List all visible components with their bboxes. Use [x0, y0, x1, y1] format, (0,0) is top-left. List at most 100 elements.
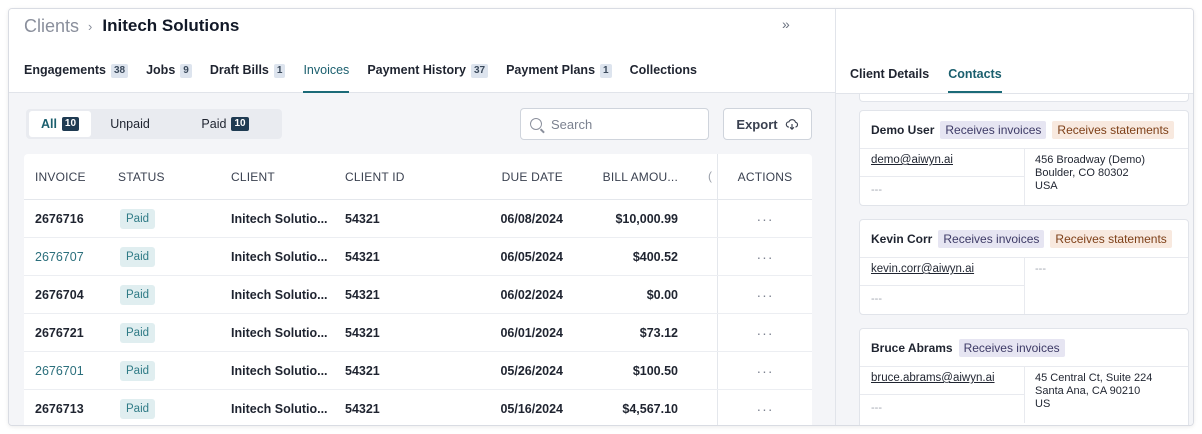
client-id: 54321: [345, 249, 380, 264]
cloud-download-icon: [785, 119, 798, 131]
address-line: Boulder, CO 80302: [1035, 167, 1129, 179]
tab-engagements[interactable]: Engagements 38: [24, 63, 129, 93]
col-client-id[interactable]: CLIENT ID: [345, 170, 443, 184]
contact-card-partial: [859, 94, 1189, 102]
export-label: Export: [736, 116, 778, 132]
tab-label: Payment History: [367, 63, 466, 77]
collapse-panel-icon[interactable]: »: [782, 16, 790, 32]
col-due-date[interactable]: DUE DATE: [443, 170, 563, 184]
receives-statements-tag: Receives statements: [1050, 229, 1172, 248]
more-actions-icon[interactable]: ···: [757, 325, 774, 341]
tab-bar: Engagements 38 Jobs 9 Draft Bills 1 Invo…: [24, 63, 715, 93]
filter-unpaid[interactable]: Unpaid: [91, 111, 169, 137]
invoice-number[interactable]: 2676707: [24, 250, 118, 264]
col-status[interactable]: STATUS: [118, 170, 231, 184]
client-id: 54321: [345, 287, 380, 302]
contact-name: Bruce Abrams: [871, 340, 953, 355]
tab-invoices[interactable]: Invoices: [303, 63, 350, 93]
breadcrumb-clients-link[interactable]: Clients: [24, 16, 79, 37]
more-actions-icon[interactable]: ···: [757, 249, 774, 265]
col-client[interactable]: CLIENT: [231, 170, 345, 184]
count-badge: 9: [180, 64, 192, 78]
invoice-number[interactable]: 2676704: [24, 288, 118, 302]
cell-spacer: [678, 238, 718, 275]
bill-amount: $73.12: [639, 325, 678, 340]
contact-card: Bruce Abrams Receives invoices bruce.abr…: [859, 328, 1189, 425]
client-id: 54321: [345, 211, 380, 226]
status-badge: Paid: [120, 360, 156, 381]
address-line: US: [1035, 398, 1051, 410]
bill-amount: $10,000.99: [615, 211, 678, 226]
table-row[interactable]: 2676721 Paid Initech Solutio... 54321 06…: [24, 314, 812, 352]
status-badge: Paid: [120, 322, 156, 343]
tab-label: Draft Bills: [209, 63, 269, 77]
receives-invoices-tag: Receives invoices: [938, 229, 1045, 248]
tab-payment-plans[interactable]: Payment Plans 1: [506, 63, 612, 93]
contact-header: Kevin Corr Receives invoices Receives st…: [860, 220, 1188, 258]
contact-address: 45 Central Ct, Suite 224 Santa Ana, CA 9…: [1025, 367, 1152, 423]
cell-spacer: [678, 200, 718, 237]
contact-address: ---: [1025, 258, 1046, 314]
table-row[interactable]: 2676701 Paid Initech Solutio... 54321 05…: [24, 352, 812, 390]
contact-body: kevin.corr@aiwyn.ai --- ---: [860, 258, 1188, 314]
contact-email-link[interactable]: kevin.corr@aiwyn.ai: [860, 258, 1024, 286]
tab-client-details[interactable]: Client Details: [850, 67, 929, 93]
more-actions-icon[interactable]: ···: [757, 401, 774, 417]
invoice-number[interactable]: 2676721: [24, 326, 118, 340]
due-date: 06/02/2024: [500, 287, 563, 302]
search-input[interactable]: [551, 116, 701, 132]
client-name: Initech Solutio...: [231, 401, 328, 416]
invoice-number[interactable]: 2676713: [24, 402, 118, 416]
tab-draft-bills[interactable]: Draft Bills 1: [210, 63, 286, 93]
due-date: 06/01/2024: [500, 325, 563, 340]
table-row[interactable]: 2676716 Paid Initech Solutio... 54321 06…: [24, 200, 812, 238]
col-bill-amount[interactable]: BILL AMOU...: [563, 170, 678, 184]
more-actions-icon[interactable]: ···: [757, 211, 774, 227]
receives-invoices-tag: Receives invoices: [940, 120, 1047, 139]
search-icon: [530, 118, 542, 130]
tab-label: Collections: [629, 63, 697, 77]
filter-all[interactable]: All 10: [29, 111, 91, 137]
count-badge: 38: [110, 64, 129, 78]
address-line: Santa Ana, CA 90210: [1035, 385, 1141, 397]
tab-label: Payment Plans: [506, 63, 596, 77]
tab-contacts[interactable]: Contacts: [948, 67, 1002, 93]
count-badge: 37: [470, 64, 489, 78]
table-row[interactable]: 2676713 Paid Initech Solutio... 54321 05…: [24, 390, 812, 425]
cell-spacer: [678, 390, 718, 425]
contact-methods: bruce.abrams@aiwyn.ai ---: [860, 367, 1025, 423]
col-invoice[interactable]: INVOICE: [24, 170, 118, 184]
tab-jobs[interactable]: Jobs 9: [146, 63, 192, 93]
filter-label: Unpaid: [110, 117, 150, 131]
tab-label: Jobs: [146, 63, 176, 77]
address-line: ---: [1035, 263, 1046, 275]
cell-spacer: [678, 314, 718, 351]
invoice-number[interactable]: 2676716: [24, 212, 118, 226]
client-id: 54321: [345, 325, 380, 340]
tab-collections[interactable]: Collections: [630, 63, 697, 93]
count-badge: 1: [600, 64, 612, 78]
export-button[interactable]: Export: [723, 108, 812, 140]
due-date: 05/16/2024: [500, 401, 563, 416]
contact-name: Kevin Corr: [871, 231, 933, 246]
table-row[interactable]: 2676707 Paid Initech Solutio... 54321 06…: [24, 238, 812, 276]
side-panel-header: Client Details Contacts: [836, 9, 1193, 94]
contact-phone: ---: [871, 402, 882, 414]
contact-body: bruce.abrams@aiwyn.ai --- 45 Central Ct,…: [860, 367, 1188, 423]
invoice-number[interactable]: 2676701: [24, 364, 118, 378]
tab-payment-history[interactable]: Payment History 37: [367, 63, 489, 93]
filter-paid[interactable]: Paid 10: [169, 111, 281, 137]
count-badge: 10: [231, 117, 249, 131]
contact-body: demo@aiwyn.ai --- 456 Broadway (Demo) Bo…: [860, 149, 1188, 205]
table-row[interactable]: 2676704 Paid Initech Solutio... 54321 06…: [24, 276, 812, 314]
more-actions-icon[interactable]: ···: [757, 363, 774, 379]
client-id: 54321: [345, 401, 380, 416]
address-line: USA: [1035, 180, 1058, 192]
side-tab-bar: Client Details Contacts: [850, 67, 1021, 93]
contact-email-link[interactable]: bruce.abrams@aiwyn.ai: [860, 367, 1024, 395]
client-id: 54321: [345, 363, 380, 378]
more-actions-icon[interactable]: ···: [757, 287, 774, 303]
address-line: 456 Broadway (Demo): [1035, 154, 1146, 166]
contact-email-link[interactable]: demo@aiwyn.ai: [860, 149, 1024, 177]
status-filter: All 10 Unpaid Paid 10: [26, 109, 282, 139]
